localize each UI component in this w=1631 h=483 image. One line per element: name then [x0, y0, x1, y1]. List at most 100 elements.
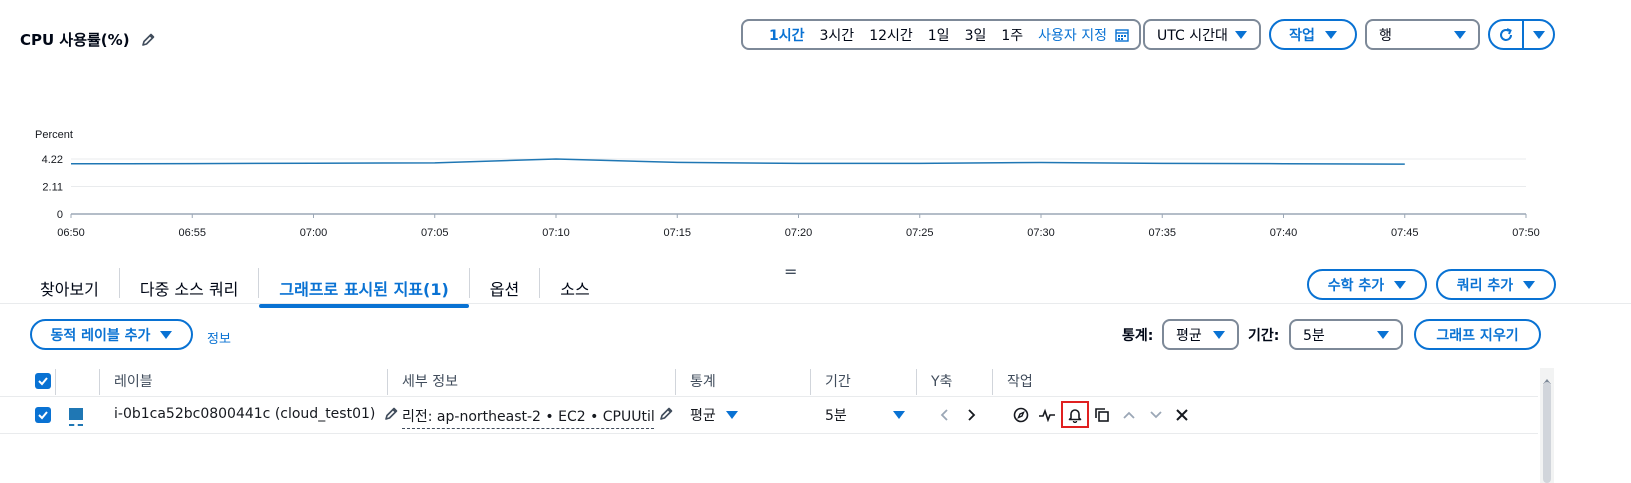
layout-select[interactable]: 행 [1365, 19, 1480, 50]
refresh-icon [1500, 27, 1512, 41]
check-icon [38, 377, 48, 386]
duplicate-button[interactable] [1092, 405, 1112, 425]
add-dynamic-label-button[interactable]: 동적 레이블 추가 [30, 319, 193, 350]
clear-graph-button[interactable]: 그래프 지우기 [1414, 319, 1541, 350]
chevron-left-icon [940, 409, 948, 421]
x-tick-label: 07:20 [785, 227, 813, 239]
series-color-swatch[interactable] [69, 408, 84, 426]
time-range-1d[interactable]: 1일 [928, 25, 950, 45]
time-range-12h[interactable]: 12시간 [869, 25, 913, 45]
widget-title-text: CPU 사용률(%) [20, 31, 130, 49]
stat-select[interactable]: 평균 [1162, 319, 1239, 350]
header-label[interactable]: 레이블 [114, 371, 153, 391]
header-divider [0, 396, 1538, 397]
scrollbar-thumb[interactable] [1543, 382, 1551, 483]
timezone-select[interactable]: UTC 시간대 [1143, 19, 1261, 50]
chevron-down-icon [1377, 330, 1389, 339]
row-stat-value: 평균 [690, 408, 716, 424]
move-left-axis-button[interactable] [935, 405, 955, 425]
chart-grid [71, 158, 1526, 215]
chevron-down-icon [1454, 30, 1466, 39]
x-tick-label: 07:10 [542, 227, 570, 239]
explore-button[interactable] [1011, 405, 1031, 425]
compass-icon [1013, 407, 1029, 423]
x-tick-label: 06:55 [178, 227, 206, 239]
x-tick-label: 07:15 [663, 227, 691, 239]
tabs-divider [0, 303, 1631, 304]
cpu-chart: Percent 4.22 2.11 0 06:50 06:55 07:00 07:05 07… [35, 129, 1540, 239]
timezone-select-value: UTC 시간대 [1157, 27, 1228, 44]
time-range-1w[interactable]: 1주 [1001, 25, 1023, 45]
row-checkbox[interactable] [35, 407, 51, 423]
x-tick-label: 07:50 [1512, 227, 1540, 239]
move-down-button[interactable] [1146, 405, 1166, 425]
x-tick-label: 07:30 [1027, 227, 1055, 239]
header-details[interactable]: 세부 정보 [402, 371, 458, 391]
time-range-selector: 1시간 3시간 12시간 1일 3일 1주 사용자 지정 [741, 19, 1141, 50]
chevron-down-icon [1523, 280, 1536, 289]
time-range-1h[interactable]: 1시간 [769, 25, 805, 45]
time-range-3h[interactable]: 3시간 [820, 25, 855, 45]
time-range-3d[interactable]: 3일 [965, 25, 987, 45]
move-up-button[interactable] [1119, 405, 1139, 425]
header-actions: 작업 [1007, 374, 1033, 390]
chevron-down-icon [1150, 411, 1162, 419]
actions-button[interactable]: 작업 [1269, 19, 1357, 50]
calendar-icon[interactable] [1115, 28, 1129, 42]
tab-multi-source-query[interactable]: 다중 소스 쿼리 [120, 268, 260, 299]
resize-handle[interactable]: = [784, 262, 797, 281]
column-divider [992, 369, 993, 395]
period-select[interactable]: 5분 [1289, 319, 1403, 350]
refresh-button[interactable] [1490, 21, 1524, 48]
add-dynamic-label-text: 동적 레이블 추가 [50, 327, 151, 344]
stat-label: 통계: [1122, 328, 1154, 344]
header-stat[interactable]: 통계 [690, 371, 716, 391]
column-divider [810, 369, 811, 395]
row-details[interactable]: 리전: ap-northeast-2 • EC2 • CPUUtilizatic [402, 406, 654, 429]
chevron-right-icon [968, 409, 976, 421]
copy-icon [1095, 408, 1109, 422]
add-query-button[interactable]: 쿼리 추가 [1436, 269, 1556, 300]
anomaly-detection-button[interactable] [1037, 405, 1057, 425]
x-tick-label: 07:00 [300, 227, 328, 239]
move-right-axis-button[interactable] [961, 405, 981, 425]
remove-button[interactable] [1172, 405, 1192, 425]
row-label-cell: i-0b1ca52bc0800441c (cloud_test01) [114, 406, 399, 422]
chevron-down-icon [1394, 280, 1407, 289]
series-line[interactable] [70, 158, 1405, 165]
time-range-custom[interactable]: 사용자 지정 [1038, 25, 1107, 45]
column-divider [916, 369, 917, 395]
row-period-select[interactable]: 5분 [825, 405, 905, 425]
header-period[interactable]: 기간 [825, 371, 851, 391]
info-link[interactable]: 정보 [207, 328, 231, 347]
bell-icon [1068, 408, 1082, 423]
edit-title-icon[interactable] [140, 32, 156, 48]
actions-button-label: 작업 [1289, 27, 1315, 44]
period-label: 기간: [1248, 328, 1280, 344]
y-axis-ticks: 4.22 2.11 0 [42, 154, 63, 221]
add-math-button[interactable]: 수학 추가 [1307, 269, 1427, 300]
row-label[interactable]: i-0b1ca52bc0800441c (cloud_test01) [114, 406, 375, 422]
edit-details-icon[interactable] [658, 406, 674, 426]
chevron-down-icon [160, 330, 173, 339]
x-axis-ticks: 06:50 06:55 07:00 07:05 07:10 07:15 07:20 07:25… [57, 214, 1540, 239]
select-all-checkbox[interactable] [35, 373, 51, 389]
tab-options[interactable]: 옵션 [470, 268, 541, 299]
tab-graphed-metrics[interactable]: 그래프로 표시된 지표(1) [259, 268, 470, 308]
row-stat-select[interactable]: 평균 [690, 405, 738, 425]
row-divider [0, 433, 1538, 434]
edit-label-icon[interactable] [383, 406, 399, 422]
header-yaxis[interactable]: Y축 [931, 371, 952, 391]
y-axis-label: Percent [35, 129, 73, 141]
chevron-down-icon [1324, 30, 1337, 39]
chevron-down-icon [893, 411, 905, 419]
tab-browse[interactable]: 찾아보기 [22, 268, 120, 299]
x-tick-label: 07:05 [421, 227, 449, 239]
chevron-down-icon [1235, 30, 1247, 39]
row-period-value: 5분 [825, 408, 847, 424]
stat-select-value: 평균 [1176, 327, 1202, 344]
metrics-tabs: 찾아보기 다중 소스 쿼리 그래프로 표시된 지표(1) 옵션 소스 [22, 264, 610, 308]
refresh-options-button[interactable] [1524, 21, 1553, 48]
create-alarm-button[interactable] [1061, 401, 1089, 428]
tab-source[interactable]: 소스 [540, 268, 609, 299]
